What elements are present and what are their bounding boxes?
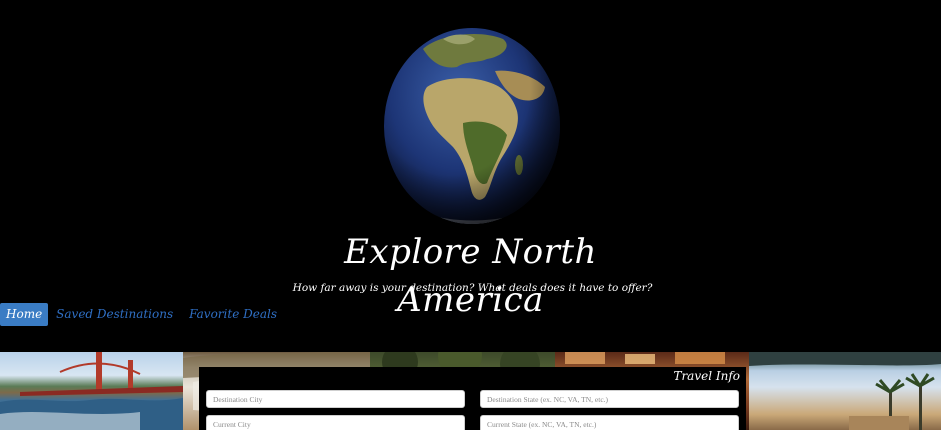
destination-photo [0, 352, 183, 430]
destination-state-input[interactable] [480, 390, 739, 408]
travel-info-panel: Travel Info [199, 367, 746, 430]
current-city-input[interactable] [206, 415, 465, 430]
nav-item-saved-destinations[interactable]: Saved Destinations [50, 303, 179, 326]
main-nav: Home Saved Destinations Favorite Deals [0, 303, 287, 326]
destination-city-input[interactable] [206, 390, 465, 408]
destination-photo [749, 352, 941, 430]
travel-info-title: Travel Info [673, 369, 740, 383]
site-title: Explore North America [344, 232, 597, 320]
nav-item-home[interactable]: Home [0, 303, 49, 326]
site-tagline: How far away is your destination? What d… [292, 282, 653, 294]
current-state-input[interactable] [480, 415, 739, 430]
hero-header: Explore North America How far away is yo… [0, 0, 941, 352]
globe-icon [384, 28, 560, 224]
nav-item-favorite-deals[interactable]: Favorite Deals [183, 303, 283, 326]
